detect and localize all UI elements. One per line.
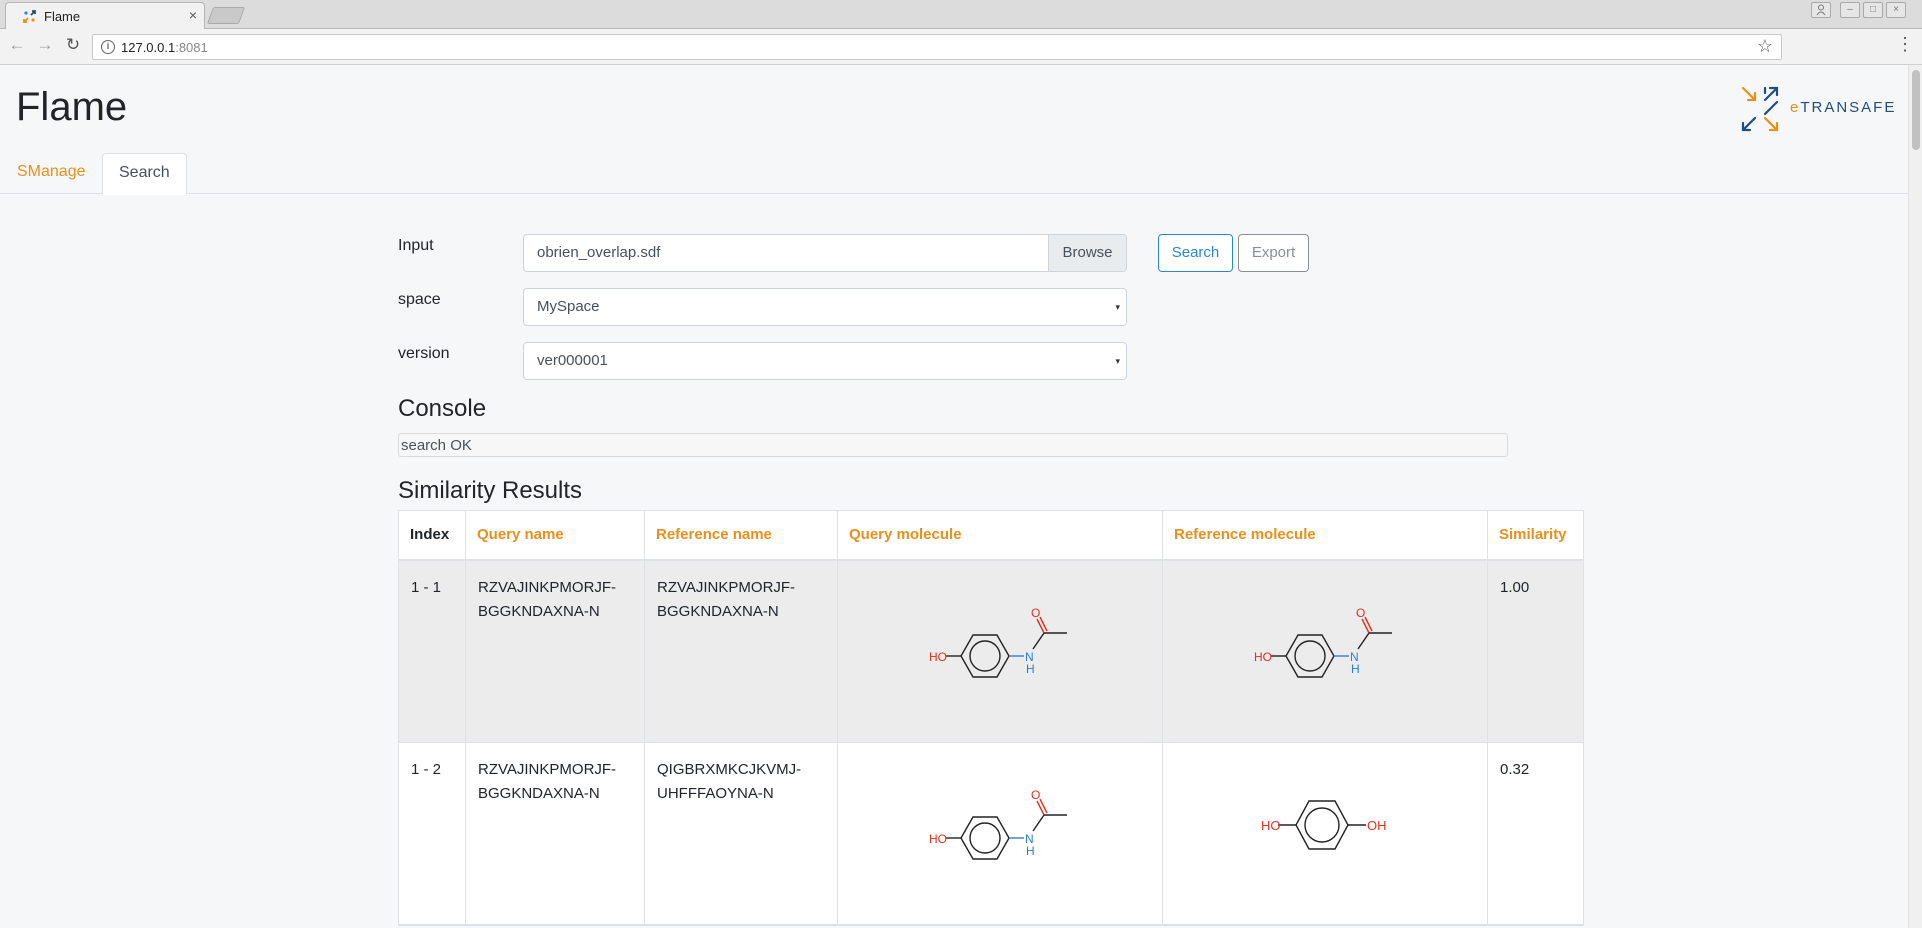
- atom-label: O: [1356, 606, 1365, 620]
- cell-query-molecule: HO N H O: [838, 561, 1163, 742]
- console-text: search OK: [401, 437, 472, 454]
- url-host: 127.0.0.1: [121, 40, 176, 55]
- logo-wordmark-rest: TRANSAFE: [1800, 99, 1897, 116]
- file-input[interactable]: obrien_overlap.sdf Browse: [523, 234, 1127, 272]
- version-select[interactable]: ver000001 ▾: [523, 342, 1127, 380]
- address-bar[interactable]: i 127.0.0.1:8081 ☆: [92, 34, 1782, 60]
- cell-reference-molecule: HO N H O: [1163, 561, 1488, 742]
- window-maximize-icon[interactable]: □: [1863, 2, 1883, 18]
- reload-icon[interactable]: ↻: [62, 35, 84, 55]
- hydroquinone-structure-image: HO OH: [1261, 800, 1387, 850]
- browser-toolbar: ← → ↻ i 127.0.0.1:8081 ☆ ⋮: [0, 29, 1922, 65]
- table-header: Index Query name Reference name Query mo…: [399, 511, 1583, 561]
- atom-label: HO: [929, 650, 947, 664]
- window-minimize-icon[interactable]: –: [1840, 2, 1860, 18]
- atom-label: H: [1026, 662, 1035, 676]
- export-button[interactable]: Export: [1238, 234, 1309, 272]
- col-header-reference-name[interactable]: Reference name: [645, 511, 838, 559]
- col-header-index: Index: [399, 511, 466, 559]
- col-header-reference-molecule[interactable]: Reference molecule: [1163, 511, 1488, 559]
- tab-smanage[interactable]: SManage: [1, 153, 102, 194]
- logo-wordmark: eTRANSAFE: [1790, 99, 1896, 116]
- space-label: space: [398, 291, 441, 308]
- console-output: search OK: [398, 433, 1508, 457]
- page-content: Flame eTRANSAFE SManage Search Input obr…: [0, 65, 1908, 928]
- paracetamol-structure-image: HO N H O: [1254, 606, 1392, 678]
- new-tab-button[interactable]: [206, 7, 246, 24]
- atom-label: H: [1351, 662, 1360, 676]
- bookmark-star-icon[interactable]: ☆: [1757, 36, 1773, 57]
- url-text: 127.0.0.1:8081: [121, 40, 208, 55]
- space-select[interactable]: MySpace ▾: [523, 288, 1127, 326]
- atom-label: H: [1026, 844, 1035, 858]
- cell-index: 1 - 1: [399, 561, 466, 742]
- similarity-results-heading: Similarity Results: [398, 477, 583, 504]
- logo-wordmark-e: e: [1790, 99, 1801, 116]
- file-name-value: obrien_overlap.sdf: [537, 244, 661, 261]
- tab-search[interactable]: Search: [102, 153, 187, 195]
- search-button[interactable]: Search: [1158, 234, 1233, 272]
- atom-label: OH: [1367, 818, 1387, 833]
- similarity-results-table: Index Query name Reference name Query mo…: [398, 510, 1584, 926]
- window-close-icon[interactable]: ×: [1886, 2, 1906, 18]
- table-row[interactable]: 1 - 1 RZVAJINKPMORJF-BGGKNDAXNA-N RZVAJI…: [399, 561, 1583, 743]
- tab-close-icon[interactable]: ×: [189, 7, 197, 23]
- col-header-similarity[interactable]: Similarity: [1488, 511, 1583, 559]
- atom-label: HO: [929, 832, 947, 846]
- url-port: :8081: [175, 40, 208, 55]
- forward-arrow-icon[interactable]: →: [34, 35, 56, 55]
- atom-label: O: [1031, 606, 1040, 620]
- cell-index: 1 - 2: [399, 743, 466, 924]
- cell-reference-name: QIGBRXMKCJKVMJ-UHFFFAOYNA-N: [645, 743, 838, 924]
- atom-label: HO: [1261, 818, 1281, 833]
- site-info-icon[interactable]: i: [101, 40, 115, 54]
- flame-favicon-icon: [23, 10, 36, 23]
- atom-label: O: [1031, 788, 1040, 802]
- browse-button[interactable]: Browse: [1048, 235, 1126, 271]
- chevron-down-icon: ▾: [1115, 356, 1120, 366]
- chevron-down-icon: ▾: [1115, 302, 1120, 312]
- cell-reference-name: RZVAJINKPMORJF-BGGKNDAXNA-N: [645, 561, 838, 742]
- nav-tabs: SManage Search: [0, 153, 1908, 195]
- scrollbar-thumb[interactable]: [1912, 70, 1920, 150]
- version-select-value: ver000001: [537, 352, 608, 369]
- input-label: Input: [398, 237, 434, 254]
- browser-tab[interactable]: Flame ×: [5, 2, 205, 29]
- browser-tabstrip: Flame × – □ ×: [0, 0, 1922, 29]
- browser-menu-icon[interactable]: ⋮: [1896, 34, 1914, 55]
- cell-reference-molecule: HO OH: [1163, 743, 1488, 924]
- version-label: version: [398, 345, 450, 362]
- col-header-query-name[interactable]: Query name: [466, 511, 645, 559]
- browser-tab-title: Flame: [44, 9, 81, 24]
- space-select-value: MySpace: [537, 298, 600, 315]
- atom-label: HO: [1254, 650, 1272, 664]
- paracetamol-structure-image: HO N H O: [929, 788, 1067, 860]
- etransafe-logo: eTRANSAFE: [1740, 85, 1894, 135]
- console-heading: Console: [398, 395, 487, 422]
- cell-query-molecule: HO N H O: [838, 743, 1163, 924]
- etransafe-arrows-icon: [1741, 86, 1779, 132]
- table-row[interactable]: 1 - 2 RZVAJINKPMORJF-BGGKNDAXNA-N QIGBRX…: [399, 743, 1583, 925]
- cell-query-name: RZVAJINKPMORJF-BGGKNDAXNA-N: [466, 743, 645, 924]
- back-arrow-icon[interactable]: ←: [6, 35, 28, 55]
- cell-similarity: 1.00: [1500, 579, 1530, 596]
- cell-query-name: RZVAJINKPMORJF-BGGKNDAXNA-N: [466, 561, 645, 742]
- col-header-query-molecule[interactable]: Query molecule: [838, 511, 1163, 559]
- page-scrollbar[interactable]: [1908, 65, 1922, 928]
- app-title: Flame: [16, 85, 128, 129]
- paracetamol-structure-image: HO N H O: [929, 606, 1067, 678]
- cell-similarity: 0.32: [1500, 761, 1530, 778]
- user-profile-icon[interactable]: [1811, 2, 1831, 18]
